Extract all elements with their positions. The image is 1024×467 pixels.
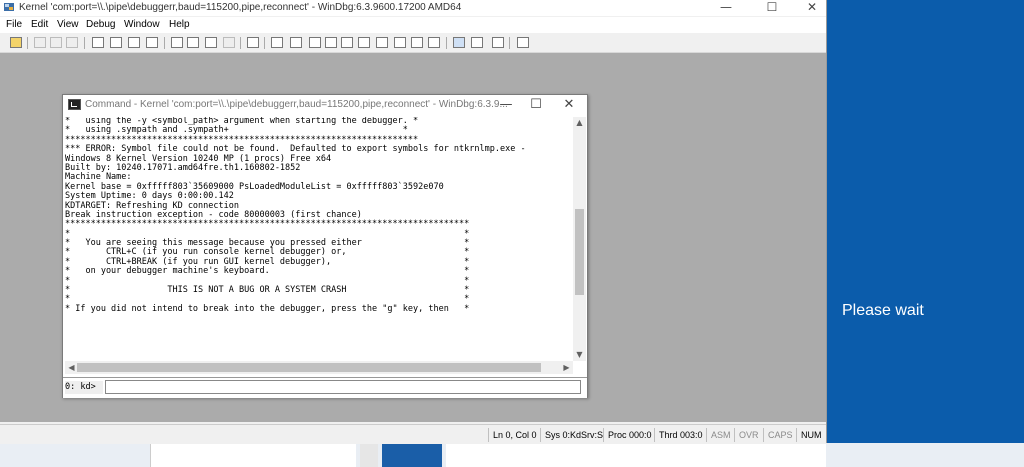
menu-window[interactable]: Window <box>124 19 160 30</box>
command-input-row: 0: kd> <box>63 377 587 398</box>
cmd-maximize-button[interactable]: ☐ <box>518 95 554 115</box>
copy-icon[interactable] <box>50 37 62 48</box>
memory-window-icon[interactable] <box>341 37 353 48</box>
vertical-scrollbar[interactable]: ▲ ▼ <box>573 117 586 361</box>
scratch-pad-icon[interactable] <box>394 37 406 48</box>
status-thread: Thrd 003:0 <box>654 428 703 442</box>
taskbar-strip <box>0 443 1024 467</box>
step-out-icon[interactable] <box>205 37 217 48</box>
menu-bar: File Edit View Debug Window Help <box>0 17 826 33</box>
menu-edit[interactable]: Edit <box>31 19 48 30</box>
toolbar <box>0 34 826 53</box>
status-process: Proc 000:0 <box>603 428 652 442</box>
processes-threads-icon[interactable] <box>411 37 423 48</box>
step-over-icon[interactable] <box>187 37 199 48</box>
window-options-icon[interactable] <box>517 37 529 48</box>
status-ovr: OVR <box>734 428 759 442</box>
disassembly-window-icon[interactable] <box>376 37 388 48</box>
menu-debug[interactable]: Debug <box>86 19 115 30</box>
command-output[interactable]: * using the -y <symbol_path> argument wh… <box>65 117 573 361</box>
console-icon <box>68 99 81 110</box>
go-icon[interactable] <box>92 37 104 48</box>
minimize-button[interactable]: — <box>706 0 746 16</box>
scroll-down-arrow-icon[interactable]: ▼ <box>573 350 586 360</box>
status-system: Sys 0:KdSrv:S <box>540 428 603 442</box>
scroll-up-arrow-icon[interactable]: ▲ <box>573 118 586 128</box>
output-line: Built by: 10240.17071.amd64fre.th1.16080… <box>65 162 301 173</box>
stop-debugging-icon[interactable] <box>128 37 140 48</box>
options-icon[interactable] <box>428 37 440 48</box>
windbg-main-window: Kernel 'com:port=\\.\pipe\debuggerr,baud… <box>0 0 827 444</box>
main-window-title: Kernel 'com:port=\\.\pipe\debuggerr,baud… <box>19 2 462 13</box>
run-to-cursor-icon[interactable] <box>223 37 235 48</box>
open-icon[interactable] <box>10 37 22 48</box>
binary-hex-icon[interactable] <box>471 37 483 48</box>
close-button[interactable]: ✕ <box>792 0 832 16</box>
horizontal-scroll-thumb[interactable] <box>77 363 541 372</box>
command-input[interactable] <box>105 380 581 394</box>
cut-icon[interactable] <box>34 37 46 48</box>
menu-help[interactable]: Help <box>169 19 190 30</box>
menu-file[interactable]: File <box>6 19 22 30</box>
breakpoint-hand-icon[interactable] <box>247 37 259 48</box>
kd-prompt: 0: kd> <box>65 381 103 394</box>
command-window-titlebar[interactable]: Command - Kernel 'com:port=\\.\pipe\debu… <box>63 95 587 115</box>
status-line-col: Ln 0, Col 0 <box>488 428 537 442</box>
status-asm: ASM <box>706 428 731 442</box>
status-num: NUM <box>796 428 822 442</box>
maximize-button[interactable]: ☐ <box>752 0 792 16</box>
call-stack-window-icon[interactable] <box>358 37 370 48</box>
vertical-scroll-thumb[interactable] <box>575 209 584 295</box>
restart-icon[interactable] <box>110 37 122 48</box>
windbg-app-icon <box>4 3 14 11</box>
please-wait-text: Please wait <box>842 302 924 319</box>
locals-window-icon[interactable] <box>309 37 321 48</box>
step-into-icon[interactable] <box>171 37 183 48</box>
status-bar: Ln 0, Col 0 Sys 0:KdSrv:S Proc 000:0 Thr… <box>0 424 826 444</box>
source-mode-icon[interactable] <box>453 37 465 48</box>
background-desktop <box>826 0 1024 467</box>
command-window[interactable]: Command - Kernel 'com:port=\\.\pipe\debu… <box>62 94 588 398</box>
registers-window-icon[interactable] <box>325 37 337 48</box>
status-caps: CAPS <box>763 428 793 442</box>
main-titlebar: Kernel 'com:port=\\.\pipe\debuggerr,baud… <box>0 0 826 16</box>
output-line: * If you did not intend to break into th… <box>65 303 470 314</box>
paste-icon[interactable] <box>66 37 78 48</box>
horizontal-scrollbar[interactable]: ◀ ▶ <box>65 361 573 374</box>
break-icon[interactable] <box>146 37 158 48</box>
command-window-title: Command - Kernel 'com:port=\\.\pipe\debu… <box>85 99 508 110</box>
command-window-icon[interactable] <box>271 37 283 48</box>
menu-view[interactable]: View <box>57 19 79 30</box>
cmd-close-button[interactable]: ✕ <box>551 95 587 115</box>
scroll-right-arrow-icon[interactable]: ▶ <box>560 363 573 373</box>
watch-window-icon[interactable] <box>290 37 302 48</box>
font-icon[interactable] <box>492 37 504 48</box>
